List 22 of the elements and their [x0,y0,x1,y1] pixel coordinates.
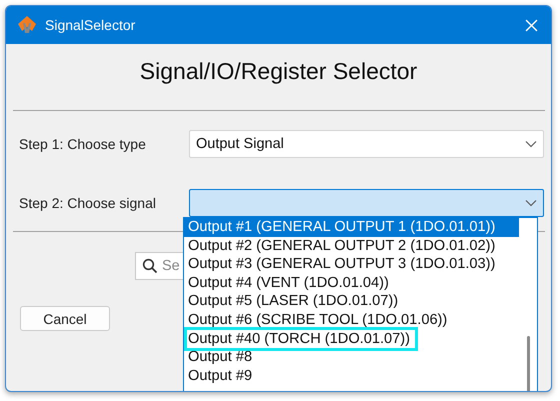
dropdown-option[interactable]: Output #2 (GENERAL OUTPUT 2 (1DO.01.02)) [188,238,496,254]
search-icon [142,258,158,274]
search-placeholder: Se [162,258,180,274]
window-title: SignalSelector [45,17,136,33]
cancel-button[interactable]: Cancel [20,306,110,331]
dropdown-option[interactable]: Output #9 [188,368,252,384]
scrollbar-thumb[interactable] [527,336,530,391]
dialog-heading: Signal/IO/Register Selector [138,57,418,86]
logo-icon [17,15,37,35]
dropdown-option[interactable]: Output #1 (GENERAL OUTPUT 1 (1DO.01.01)) [184,218,519,237]
dropdown-option[interactable]: Output #5 (LASER (1DO.01.07)) [188,293,398,310]
chevron-icon [525,199,537,207]
close-icon [524,18,538,32]
dropdown-option[interactable]: Output #4 (VENT (1DO.01.04)) [188,274,389,291]
dropdown-field[interactable] [189,189,544,217]
step-label: Step 1: Choose type [18,136,147,152]
dropdown-option[interactable]: Output #3 (GENERAL OUTPUT 3 (1DO.01.03)) [188,256,496,272]
dropdown-option[interactable]: Output #8 [188,349,252,366]
step-label: Step 2: Choose signal [18,195,157,211]
dropdown-field[interactable]: Output Signal [189,130,544,158]
chevron-icon [525,140,537,148]
dropdown-option[interactable]: Output #6 (SCRIBE TOOL (1DO.01.06)) [188,312,448,328]
